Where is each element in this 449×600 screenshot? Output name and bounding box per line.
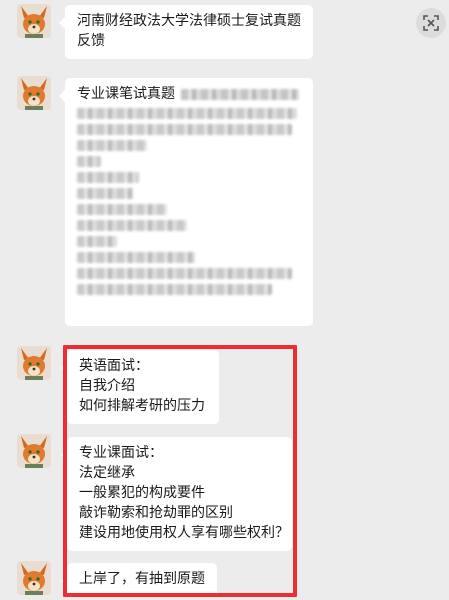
message-bubble-1[interactable]: 河南财经政法大学法律硕士复试真题 反馈: [59, 5, 313, 59]
redacted-text: [77, 284, 272, 295]
redacted-text: [77, 108, 297, 119]
avatar[interactable]: [17, 346, 51, 380]
avatar[interactable]: [17, 4, 51, 38]
redacted-text: [77, 188, 133, 199]
redacted-text: [181, 88, 299, 100]
fox-avatar-icon: [17, 561, 51, 595]
fox-avatar-icon: [17, 76, 51, 110]
redacted-text: [77, 220, 187, 231]
redacted-text: [77, 172, 139, 183]
redacted-text: [77, 252, 195, 263]
redacted-text: [77, 268, 292, 279]
message-text: 反馈: [77, 33, 105, 49]
fox-avatar-icon: [17, 4, 51, 38]
avatar[interactable]: [17, 76, 51, 110]
message-bubble-2[interactable]: 专业课笔试真题: [59, 78, 313, 326]
scan-icon: [423, 15, 439, 31]
fox-avatar-icon: [17, 434, 51, 468]
avatar[interactable]: [17, 561, 51, 595]
message-text: 河南财经政法大学法律硕士复试真题: [77, 13, 301, 29]
redacted-text: [77, 140, 147, 151]
scan-button[interactable]: [416, 8, 446, 38]
message-line: 专业课笔试真题: [77, 84, 301, 104]
redacted-text: [77, 204, 167, 215]
redacted-text: [77, 156, 101, 167]
fox-avatar-icon: [17, 346, 51, 380]
redacted-text: [77, 124, 292, 135]
redacted-text: [77, 236, 117, 247]
avatar[interactable]: [17, 434, 51, 468]
message-text: 专业课笔试真题: [77, 86, 175, 102]
highlight-box: [63, 345, 297, 597]
